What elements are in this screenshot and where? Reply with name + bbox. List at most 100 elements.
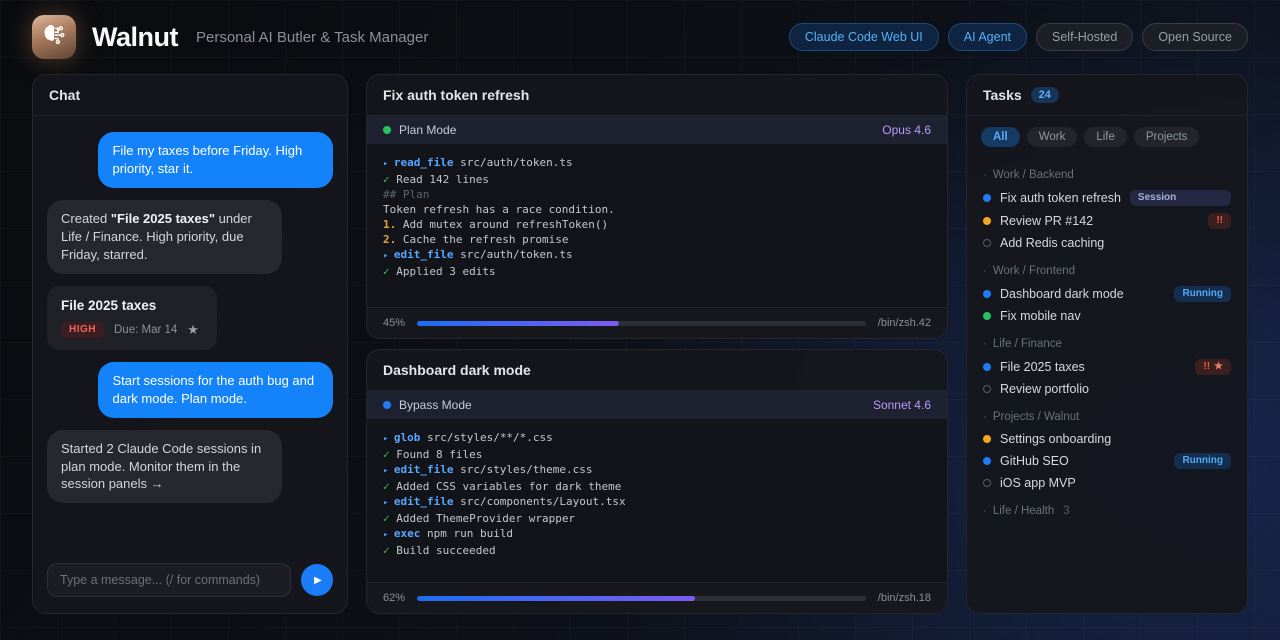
group-bullet: · (983, 169, 987, 181)
task-item[interactable]: Fix auth token refreshSession (983, 186, 1231, 209)
task-item[interactable]: Fix mobile nav (983, 305, 1231, 326)
shell-label: /bin/zsh.42 (878, 317, 931, 329)
session-terminal[interactable]: ▸ glob src/styles/**/*.css✓ Found 8 file… (367, 419, 947, 582)
task-item[interactable]: File 2025 taxes!!★ (983, 355, 1231, 378)
app-header: Walnut Personal AI Butler & Task Manager… (0, 0, 1280, 74)
cmd-arg: src/auth/token.ts (453, 248, 572, 261)
progress-bar-fill (417, 596, 695, 601)
message-text: Started 2 Claude Code sessions in plan m… (61, 441, 261, 492)
tasks-filter-tabs: All Work Life Projects (967, 116, 1247, 151)
task-item[interactable]: iOS app MVP (983, 472, 1231, 493)
task-item[interactable]: Settings onboarding (983, 428, 1231, 449)
task-group-label: ·Work / Frontend (983, 265, 1231, 277)
task-status-dot (983, 385, 991, 393)
chat-panel: Chat File my taxes before Friday. High p… (32, 74, 348, 614)
cmd-name: exec (394, 527, 421, 540)
task-status-dot (983, 217, 991, 225)
task-label: Fix mobile nav (1000, 309, 1081, 323)
task-badge: !! (1208, 213, 1231, 229)
tasks-tab-life[interactable]: Life (1084, 127, 1127, 147)
task-badge: Running (1174, 453, 1231, 469)
session-panel: Dashboard dark mode Bypass Mode Sonnet 4… (366, 349, 948, 614)
task-card-meta: HIGHDue: Mar 14★ (61, 322, 203, 338)
cmd-name: edit_file (394, 495, 454, 508)
due-date: Due: Mar 14 (114, 324, 177, 336)
progress-percent-label: 45% (383, 317, 405, 329)
task-label: Settings onboarding (1000, 432, 1111, 446)
task-badge: Running (1174, 286, 1231, 302)
star-icon[interactable]: ★ (187, 322, 199, 338)
task-label: Add Redis caching (1000, 236, 1104, 250)
task-label: Review portfolio (1000, 382, 1089, 396)
terminal-line: Token refresh has a race condition. (383, 202, 931, 217)
task-card-title: File 2025 taxes (61, 298, 203, 313)
task-group-label: · Life / Finance (983, 338, 1231, 350)
group-name: Life / Finance (993, 338, 1062, 350)
task-group-label: ·Life / Health3 (983, 505, 1231, 517)
cmd-arrow-icon: ▸ (383, 251, 394, 261)
group-count: 3 (1063, 505, 1069, 517)
header-badge[interactable]: Self-Hosted (1036, 23, 1133, 51)
tasks-tab-work[interactable]: Work (1027, 127, 1078, 147)
task-label: File 2025 taxes (1000, 360, 1085, 374)
terminal-line: ▸ edit_file src/styles/theme.css (383, 462, 931, 479)
task-group-label: ·Work / Backend (983, 169, 1231, 181)
task-status-dot (983, 457, 991, 465)
cmd-arrow-icon: ▸ (383, 434, 394, 444)
task-item[interactable]: GitHub SEO Running (983, 449, 1231, 472)
chat-message-input[interactable] (47, 563, 291, 597)
app-subtitle: Personal AI Butler & Task Manager (196, 29, 428, 46)
header-badge[interactable]: Claude Code Web UI (789, 23, 939, 51)
task-status-dot (983, 363, 991, 371)
task-item[interactable]: Review PR #142!! (983, 209, 1231, 232)
tasks-tab-all[interactable]: All (981, 127, 1020, 147)
task-status-dot (983, 290, 991, 298)
send-button[interactable]: ▶ (301, 564, 333, 596)
task-card[interactable]: File 2025 taxesHIGHDue: Mar 14★ (47, 286, 217, 350)
step-text: Add mutex around refreshToken() (403, 218, 608, 231)
ok-text: Added CSS variables for dark theme (396, 480, 621, 493)
session-terminal[interactable]: ▸ read_file src/auth/token.ts✓ Read 142 … (367, 144, 947, 307)
terminal-line: 1. Add mutex around refreshToken() (383, 217, 931, 232)
session-panels-column: Fix auth token refresh Plan Mode Opus 4.… (366, 74, 948, 614)
task-item[interactable]: Dashboard dark modeRunning (983, 282, 1231, 305)
header-badge[interactable]: Open Source (1142, 23, 1248, 51)
cmd-arg: src/auth/token.ts (453, 156, 572, 169)
terminal-line: 2. Cache the refresh promise (383, 232, 931, 247)
chat-input-row: ▶ (33, 551, 347, 613)
assistant-message: Created "File 2025 taxes" under Life / F… (47, 200, 282, 274)
task-group-label: ·Projects / Walnut (983, 411, 1231, 423)
star-icon: ★ (1214, 361, 1223, 372)
progress-bar (417, 321, 866, 326)
task-item[interactable]: Add Redis caching (983, 232, 1231, 253)
mode-status-dot (383, 126, 391, 134)
task-label: Review PR #142 (1000, 214, 1093, 228)
chat-messages: File my taxes before Friday. High priori… (33, 116, 347, 551)
message-text: "File 2025 taxes" (111, 211, 215, 226)
task-status-dot (983, 312, 991, 320)
cmd-name: edit_file (394, 248, 454, 261)
task-badge: Session (1130, 190, 1231, 206)
model-label: Opus 4.6 (882, 123, 931, 137)
tasks-count-badge: 24 (1031, 87, 1059, 103)
tasks-tab-projects[interactable]: Projects (1134, 127, 1200, 147)
terminal-line: ✓ Read 142 lines (383, 172, 931, 187)
terminal-line: ## Plan (383, 187, 931, 202)
session-footer: 45% /bin/zsh.42 (367, 307, 947, 338)
task-status-dot (983, 194, 991, 202)
ok-text: Added ThemeProvider wrapper (396, 512, 575, 525)
session-panel: Fix auth token refresh Plan Mode Opus 4.… (366, 74, 948, 339)
session-mode-bar: Plan Mode Opus 4.6 (367, 116, 947, 144)
task-item[interactable]: Review portfolio (983, 378, 1231, 399)
group-bullet: · (983, 338, 987, 350)
session-mode-bar: Bypass Mode Sonnet 4.6 (367, 391, 947, 419)
task-label: GitHub SEO (1000, 454, 1069, 468)
message-text: File my taxes before Friday. High priori… (112, 143, 302, 176)
header-badge[interactable]: AI Agent (948, 23, 1027, 51)
walnut-logo (32, 15, 76, 59)
mode-label: Plan Mode (399, 123, 456, 137)
brain-circuit-icon (41, 21, 68, 53)
cmd-arrow-icon: ▸ (383, 159, 394, 169)
ok-text: Found 8 files (396, 448, 482, 461)
ok-text: Build succeeded (396, 544, 495, 557)
